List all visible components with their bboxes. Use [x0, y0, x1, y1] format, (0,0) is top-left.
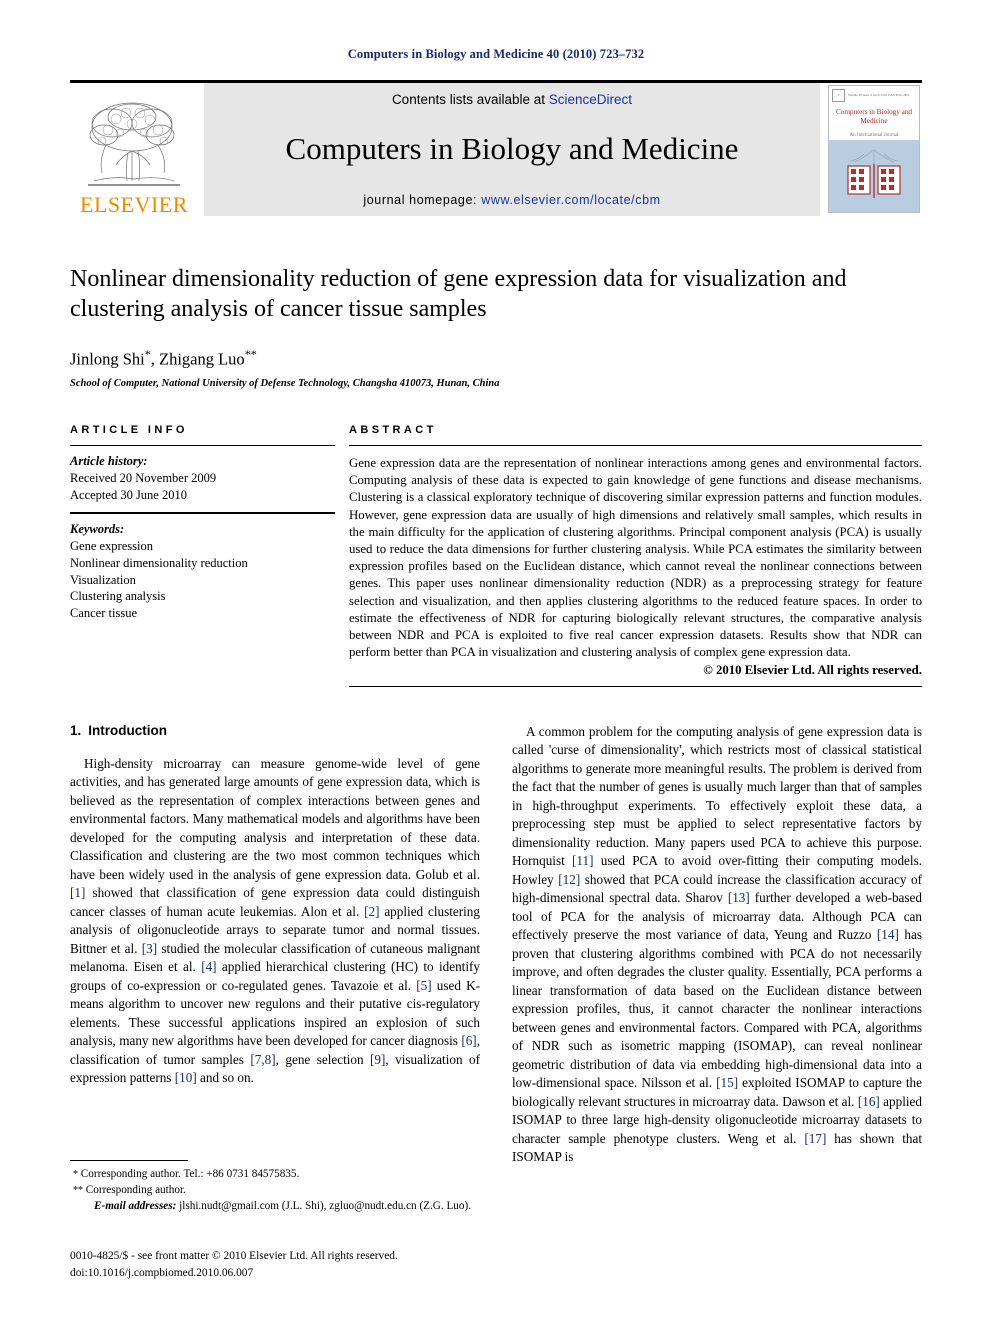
body-column-left: 1. Introduction High-density microarray c…: [70, 723, 480, 1167]
title-block: Nonlinear dimensionality reduction of ge…: [70, 264, 922, 389]
body-columns: 1. Introduction High-density microarray c…: [70, 723, 922, 1167]
author-2-footnote-mark[interactable]: **: [245, 347, 257, 361]
email-addresses-label: E-mail addresses:: [94, 1199, 177, 1212]
info-abstract-region: ARTICLE INFO Article history: Received 2…: [70, 424, 922, 688]
elsevier-tree-icon: [82, 97, 186, 193]
author-list: Jinlong Shi*, Zhigang Luo**: [70, 346, 257, 369]
intro-paragraph-left: High-density microarray can measure geno…: [70, 756, 480, 1086]
footnote-text-1: Corresponding author. Tel.: +86 0731 845…: [80, 1168, 300, 1180]
article-history-label: Article history:: [70, 454, 148, 468]
article-history-received: Received 20 November 2009: [70, 471, 217, 485]
cover-topbar: E Volume 38 Issue 6 April 2010 ISSN 0010…: [829, 86, 919, 102]
keyword-item: Clustering analysis: [70, 589, 166, 604]
footnotes-block: * Corresponding author. Tel.: +86 0731 8…: [70, 1160, 480, 1215]
journal-cover-thumbnail: E Volume 38 Issue 6 April 2010 ISSN 0010…: [826, 83, 922, 216]
footnote-corresponding-2: ** Corresponding author.: [70, 1183, 480, 1199]
keyword-item: Visualization: [70, 572, 136, 587]
imprint-doi[interactable]: doi:10.1016/j.compbiomed.2010.06.007: [70, 1265, 590, 1282]
author-1-footnote-mark[interactable]: *: [145, 347, 151, 361]
email-addresses-value[interactable]: jlshi.nudt@gmail.com (J.L. Shi), zgluo@n…: [179, 1200, 471, 1212]
journal-masthead: ELSEVIER Contents lists available at Sci…: [70, 80, 922, 216]
journal-homepage-link[interactable]: www.elsevier.com/locate/cbm: [481, 193, 660, 207]
elsevier-wordmark: ELSEVIER: [80, 192, 188, 217]
cover-subtitle: An International Journal: [849, 132, 899, 138]
journal-homepage-line: journal homepage: www.elsevier.com/locat…: [363, 193, 660, 207]
homepage-prefix: journal homepage:: [363, 192, 482, 207]
imprint-front-matter: 0010-4825/$ - see front matter © 2010 El…: [70, 1250, 398, 1262]
elsevier-logo: ELSEVIER: [70, 83, 198, 216]
author-1: Jinlong Shi: [70, 349, 145, 369]
cover-meta: Volume 38 Issue 6 April 2010 ISSN 0010-4…: [848, 93, 910, 97]
author-2: Zhigang Luo: [158, 349, 245, 369]
footnote-rule: [70, 1160, 188, 1161]
body-column-right: A common problem for the computing analy…: [512, 723, 922, 1167]
contents-lists-line: Contents lists available at ScienceDirec…: [392, 92, 632, 107]
article-history-group: Article history: Received 20 November 20…: [70, 446, 335, 512]
abstract-text: Gene expression data are the representat…: [349, 456, 922, 660]
footnote-emails: E-mail addresses: jlshi.nudt@gmail.com (…: [70, 1199, 480, 1215]
running-head: Computers in Biology and Medicine 40 (20…: [347, 47, 645, 61]
affiliation: School of Computer, National University …: [70, 378, 500, 390]
keywords-group: Keywords: Gene expression Nonlinear dime…: [70, 514, 335, 630]
cover-title: Computers in Biology and Medicine: [835, 108, 913, 125]
abstract-heading: ABSTRACT: [349, 424, 437, 436]
keyword-item: Nonlinear dimensionality reduction: [70, 555, 248, 570]
cover-illustration: [829, 140, 919, 212]
journal-title: Computers in Biology and Medicine: [285, 130, 739, 166]
abstract-copyright: © 2010 Elsevier Ltd. All rights reserved…: [703, 663, 922, 678]
journal-band: Contents lists available at ScienceDirec…: [204, 83, 820, 216]
sciencedirect-link[interactable]: ScienceDirect: [549, 92, 632, 107]
intro-paragraph-right: A common problem for the computing analy…: [512, 724, 922, 1165]
keyword-item: Gene expression: [70, 539, 153, 554]
abstract-bottom-rule: [349, 686, 922, 688]
keyword-item: Cancer tissue: [70, 605, 137, 620]
section-number: 1.: [70, 723, 82, 738]
paper-page: Computers in Biology and Medicine 40 (20…: [0, 0, 992, 1323]
footnote-corresponding-1: * Corresponding author. Tel.: +86 0731 8…: [70, 1167, 480, 1183]
contents-prefix: Contents lists available at: [391, 92, 549, 107]
footnote-mark-2: **: [73, 1184, 83, 1196]
keywords-label: Keywords:: [70, 522, 125, 537]
article-info-heading: ARTICLE INFO: [70, 424, 188, 436]
page-title: Nonlinear dimensionality reduction of ge…: [70, 266, 847, 323]
imprint-block: 0010-4825/$ - see front matter © 2010 El…: [70, 1248, 590, 1281]
article-info-column: ARTICLE INFO Article history: Received 2…: [70, 424, 335, 687]
section-heading-introduction: 1. Introduction: [70, 723, 480, 738]
cover-elsevier-mark-icon: E: [832, 88, 845, 102]
section-title: Introduction: [88, 723, 167, 738]
abstract-column: ABSTRACT Gene expression data are the re…: [349, 424, 922, 688]
article-history-accepted: Accepted 30 June 2010: [70, 487, 187, 502]
footnote-text-2: Corresponding author.: [85, 1183, 186, 1196]
footnote-mark-1: *: [73, 1169, 78, 1180]
